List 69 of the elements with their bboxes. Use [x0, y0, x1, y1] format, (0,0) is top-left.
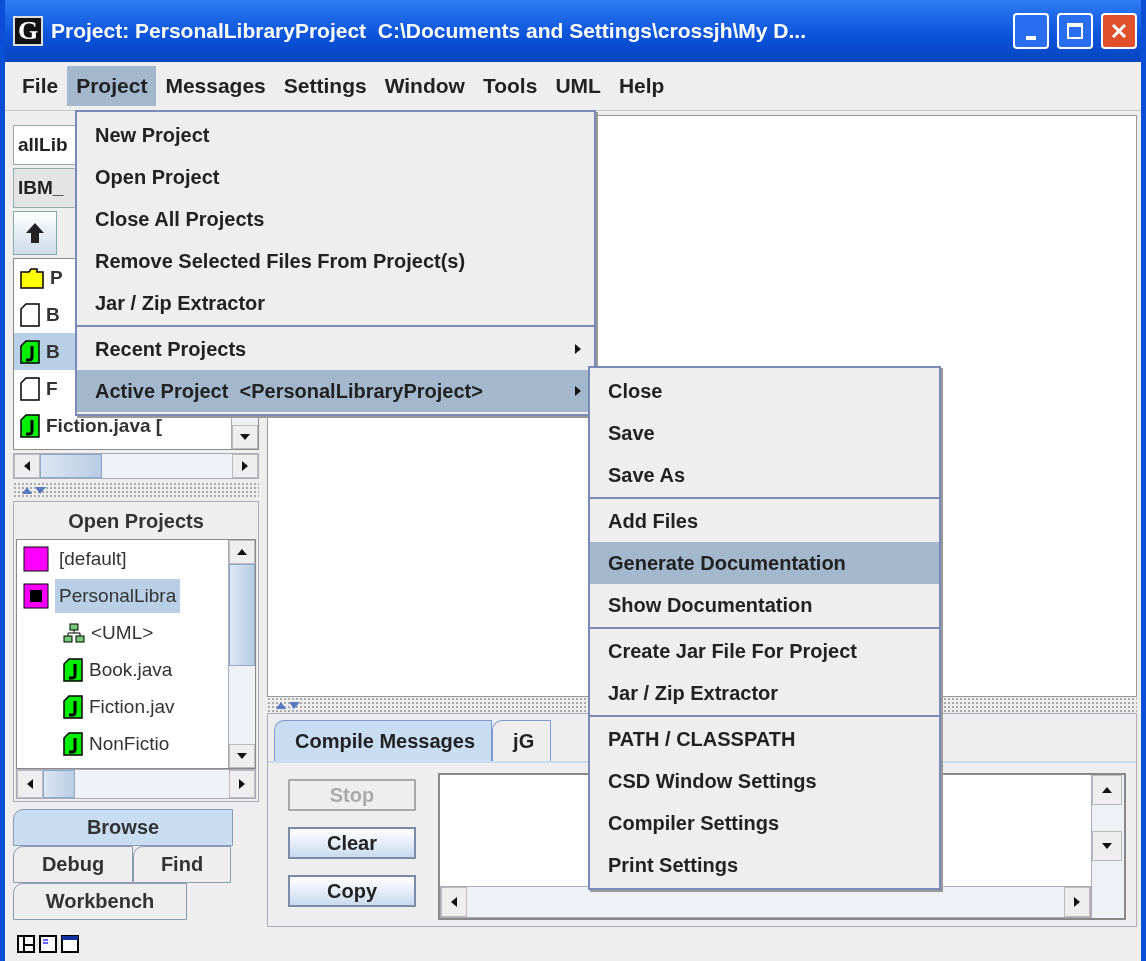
tab[interactable]: Browse — [13, 809, 233, 846]
action-button[interactable]: Clear — [288, 827, 416, 859]
window-title: Project: PersonalLibraryProject C:\Documents and Settings\crossjh\My D... — [51, 19, 807, 43]
menu-title[interactable]: Tools — [473, 66, 547, 106]
collapse-arrows-icon[interactable] — [21, 485, 47, 495]
up-folder-button[interactable] — [13, 211, 57, 255]
menu-item[interactable]: Save As — [590, 454, 939, 496]
menu-title[interactable]: File — [13, 66, 68, 106]
menu-item[interactable]: Jar / Zip Extractor — [77, 282, 594, 324]
tab[interactable]: Workbench — [13, 883, 187, 920]
minimize-button[interactable] — [1013, 13, 1049, 49]
menu-title[interactable]: Settings — [274, 66, 376, 106]
menu-item[interactable]: Create Jar File For Project — [590, 630, 939, 672]
vertical-scrollbar[interactable] — [228, 540, 255, 768]
document-icon — [20, 302, 40, 327]
up-arrow-icon — [24, 221, 46, 245]
menu-title[interactable]: Messages — [156, 66, 275, 106]
action-button[interactable]: Copy — [288, 875, 416, 907]
menu-item[interactable]: Remove Selected Files From Project(s) — [77, 240, 594, 282]
menu-item[interactable]: Save — [590, 412, 939, 454]
project-item[interactable]: [default] — [55, 541, 131, 576]
diagram-icon — [63, 622, 85, 643]
document-view-icon[interactable] — [39, 935, 57, 953]
scrollbar-thumb[interactable] — [229, 564, 255, 666]
menu-item[interactable]: Compiler Settings — [590, 802, 939, 844]
maximize-icon — [1066, 22, 1084, 40]
splitter[interactable] — [13, 482, 259, 498]
java-file-icon — [63, 657, 83, 682]
minimize-icon — [1026, 36, 1036, 40]
menu-item[interactable]: Generate Documentation — [590, 542, 939, 584]
menu-item[interactable]: Recent Projects — [77, 328, 594, 370]
menu-item[interactable]: Show Documentation — [590, 584, 939, 626]
java-file-icon — [63, 694, 83, 719]
close-icon — [1110, 22, 1128, 40]
menu-item[interactable]: Jar / Zip Extractor — [590, 672, 939, 714]
close-button[interactable] — [1101, 13, 1137, 49]
tab[interactable]: Compile Messages — [274, 720, 493, 761]
panel-title: Open Projects — [67, 509, 205, 534]
menu-item[interactable]: Open Project — [77, 156, 594, 198]
project-item[interactable]: PersonalLibra — [55, 578, 181, 613]
menu-item[interactable]: Print Settings — [590, 844, 939, 886]
menu-item[interactable]: Close All Projects — [77, 198, 594, 240]
menu-title[interactable]: Help — [609, 66, 674, 106]
menu-title[interactable]: UML — [546, 66, 610, 106]
menu-title[interactable]: Window — [375, 66, 474, 106]
menu-item[interactable]: Add Files — [590, 500, 939, 542]
menu-item[interactable]: PATH / CLASSPATH — [590, 718, 939, 760]
java-file-icon — [20, 339, 40, 364]
scrollbar-thumb[interactable] — [43, 770, 75, 798]
java-file-icon — [63, 731, 83, 756]
tab[interactable]: jG — [492, 720, 552, 761]
horizontal-scrollbar[interactable] — [440, 886, 1091, 918]
maximize-button[interactable] — [1057, 13, 1093, 49]
horizontal-scrollbar[interactable] — [13, 453, 259, 479]
collapse-arrows-icon[interactable] — [275, 700, 301, 710]
vertical-scrollbar[interactable] — [1091, 775, 1124, 918]
folder-icon — [20, 266, 44, 289]
horizontal-scrollbar[interactable] — [16, 769, 256, 799]
menu-item[interactable]: CSD Window Settings — [590, 760, 939, 802]
app-logo: G — [13, 16, 43, 46]
menu-title[interactable]: Project — [67, 66, 157, 106]
document-icon — [20, 376, 40, 401]
tab[interactable]: Find — [133, 846, 231, 883]
layout-icon[interactable] — [17, 935, 35, 953]
tab[interactable]: Debug — [13, 846, 133, 883]
java-file-icon — [20, 413, 40, 438]
scrollbar-thumb[interactable] — [40, 454, 102, 478]
menu-item[interactable]: New Project — [77, 114, 594, 156]
window-icon[interactable] — [61, 935, 79, 953]
